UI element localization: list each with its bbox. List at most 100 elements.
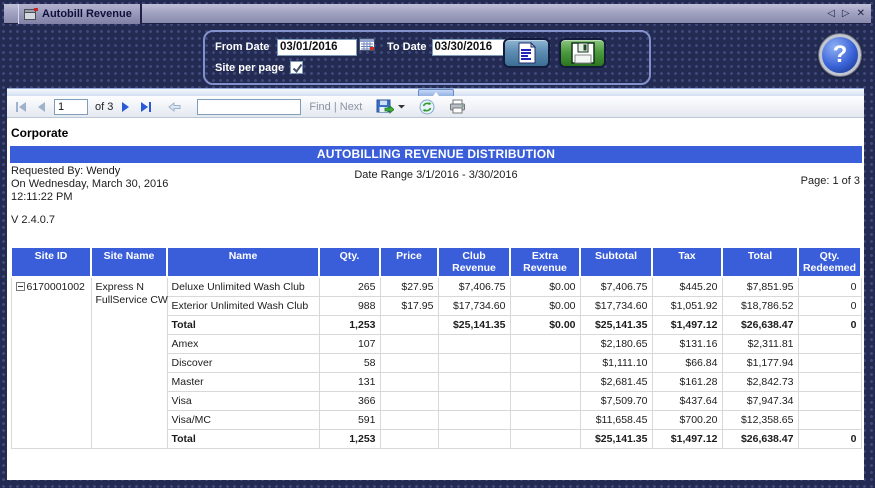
printer-icon <box>449 99 466 114</box>
nav-back-icon[interactable]: ◁ <box>827 9 835 19</box>
cell-club <box>438 372 510 391</box>
cell-total: $7,947.34 <box>722 391 798 410</box>
tab-autobill-revenue[interactable]: Autobill Revenue <box>18 4 142 24</box>
help-question-icon: ? <box>833 41 848 68</box>
close-icon[interactable]: ✕ <box>857 9 865 19</box>
parameters-panel: From Date To Date <box>203 30 651 85</box>
cell-subtotal: $25,141.35 <box>580 429 652 448</box>
cell-price <box>380 334 438 353</box>
cell-price <box>380 353 438 372</box>
site-per-page-label: Site per page <box>215 62 284 74</box>
last-page-button[interactable] <box>139 101 154 113</box>
report-scope-label: Corporate <box>11 126 68 140</box>
back-to-parent-button[interactable] <box>168 101 181 113</box>
find-next-links: Find | Next <box>309 101 362 113</box>
cell-extra <box>510 372 580 391</box>
window-nav: ◁ ▷ ✕ <box>827 4 865 24</box>
cell-extra: $0.00 <box>510 277 580 296</box>
site-per-page-checkbox[interactable] <box>290 61 303 74</box>
page-number-input[interactable] <box>54 99 88 115</box>
cell-name: Total <box>167 315 319 334</box>
previous-page-button[interactable] <box>36 101 46 113</box>
cell-tax: $437.64 <box>652 391 722 410</box>
to-date-label: To Date <box>387 41 427 53</box>
cell-qty: 58 <box>319 353 380 372</box>
cell-name: Exterior Unlimited Wash Club <box>167 296 319 315</box>
export-floppy-icon <box>376 99 394 114</box>
refresh-button[interactable] <box>419 99 435 115</box>
cell-qty: 1,253 <box>319 315 380 334</box>
cell-total: $2,311.81 <box>722 334 798 353</box>
save-button[interactable] <box>559 38 606 68</box>
cell-subtotal: $2,180.65 <box>580 334 652 353</box>
cell-subtotal: $7,406.75 <box>580 277 652 296</box>
find-link[interactable]: Find <box>309 101 330 113</box>
cell-qty: 107 <box>319 334 380 353</box>
action-buttons <box>503 38 606 68</box>
cell-club <box>438 410 510 429</box>
cell-tax: $161.28 <box>652 372 722 391</box>
cell-redeemed: 0 <box>798 429 861 448</box>
tab-bar: Autobill Revenue ◁ ▷ ✕ <box>4 4 871 24</box>
table-row: 6170001002Express NFullService CWDeluxe … <box>11 277 861 296</box>
find-text-input[interactable] <box>197 99 301 115</box>
cell-club <box>438 353 510 372</box>
report-title-banner: AUTOBILLING REVENUE DISTRIBUTION <box>10 146 862 163</box>
column-header-extra-revenue: Extra Revenue <box>510 247 580 277</box>
cell-club: $17,734.60 <box>438 296 510 315</box>
column-header-price: Price <box>380 247 438 277</box>
document-icon <box>517 42 537 64</box>
cell-redeemed <box>798 391 861 410</box>
export-dropdown-caret-icon[interactable] <box>398 104 405 109</box>
cell-qty: 131 <box>319 372 380 391</box>
nav-forward-icon[interactable]: ▷ <box>842 9 850 19</box>
requested-time-label: 12:11:22 PM <box>11 191 168 204</box>
first-page-button[interactable] <box>13 101 28 113</box>
floppy-disk-icon <box>571 42 595 64</box>
to-date-input[interactable] <box>432 39 512 56</box>
cell-subtotal: $17,734.60 <box>580 296 652 315</box>
report-button[interactable] <box>503 38 550 68</box>
cell-total: $18,786.52 <box>722 296 798 315</box>
report-toolbar: of 3 Find | Next <box>7 96 864 118</box>
cell-subtotal: $1,111.10 <box>580 353 652 372</box>
refresh-icon <box>419 99 435 115</box>
print-button[interactable] <box>449 99 466 114</box>
column-header-subtotal: Subtotal <box>580 247 652 277</box>
cell-redeemed: 0 <box>798 296 861 315</box>
revenue-table: Site IDSite NameNameQty.PriceClub Revenu… <box>10 246 862 449</box>
report-viewer: of 3 Find | Next <box>7 96 864 480</box>
cell-subtotal: $2,681.45 <box>580 372 652 391</box>
from-date-label: From Date <box>215 41 277 53</box>
cell-subtotal: $11,658.45 <box>580 410 652 429</box>
application-window: Autobill Revenue ◁ ▷ ✕ From Date To Date <box>0 0 875 488</box>
cell-price: $27.95 <box>380 277 438 296</box>
cell-extra: $0.00 <box>510 296 580 315</box>
column-header-qty-redeemed: Qty. Redeemed <box>798 247 861 277</box>
collapse-minus-icon[interactable] <box>16 282 25 291</box>
cell-total: $26,638.47 <box>722 429 798 448</box>
cell-qty: 591 <box>319 410 380 429</box>
cell-extra <box>510 353 580 372</box>
cell-club: $7,406.75 <box>438 277 510 296</box>
help-button[interactable]: ? <box>819 34 861 76</box>
from-date-calendar-icon[interactable] <box>359 38 375 56</box>
page-info-label: Page: 1 of 3 <box>801 175 860 187</box>
cell-qty: 1,253 <box>319 429 380 448</box>
cell-tax: $445.20 <box>652 277 722 296</box>
cell-total: $26,638.47 <box>722 315 798 334</box>
cell-redeemed: 0 <box>798 315 861 334</box>
cell-price: $17.95 <box>380 296 438 315</box>
export-button[interactable] <box>376 99 394 114</box>
column-header-tax: Tax <box>652 247 722 277</box>
next-link[interactable]: Next <box>340 101 363 113</box>
cell-name: Master <box>167 372 319 391</box>
column-header-club-revenue: Club Revenue <box>438 247 510 277</box>
cell-redeemed <box>798 410 861 429</box>
cell-tax: $700.20 <box>652 410 722 429</box>
cell-name: Visa/MC <box>167 410 319 429</box>
from-date-input[interactable] <box>277 39 357 56</box>
site-id-cell: 6170001002 <box>11 277 91 448</box>
cell-name: Total <box>167 429 319 448</box>
next-page-button[interactable] <box>121 101 131 113</box>
